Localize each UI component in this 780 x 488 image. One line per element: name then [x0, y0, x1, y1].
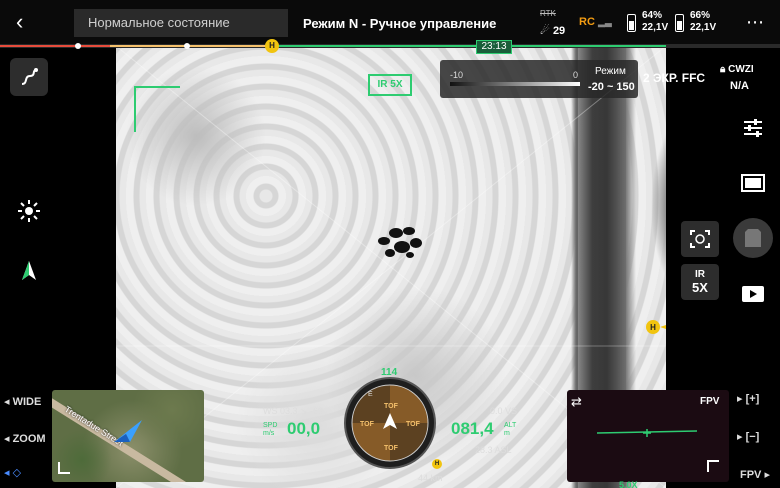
ir-zoom-value: 5X: [692, 280, 708, 295]
compass-tof-label: TOF: [406, 421, 420, 428]
signal-bars-icon: ▂▃: [597, 17, 612, 27]
fpv-switch-label[interactable]: FPV ▸: [740, 468, 770, 481]
status-indicator[interactable]: Нормальное состояние: [74, 9, 288, 37]
navigation-arrow-icon[interactable]: [10, 252, 48, 290]
compass-east: E: [368, 391, 373, 398]
wide-label-text: WIDE: [12, 396, 42, 408]
caret-left-icon: ◂: [4, 433, 13, 445]
settings-sliders-icon[interactable]: [740, 116, 766, 140]
speed-unit-top: SPD: [263, 422, 278, 429]
vertical-speed: 0.0 VS: [490, 406, 518, 416]
horizontal-speed: 00,0: [287, 419, 321, 438]
exposure-icon[interactable]: [10, 192, 48, 230]
satellite-count[interactable]: ☄ 29: [540, 24, 565, 37]
battery-2[interactable]: 66% 22,1V: [690, 10, 716, 34]
minimap[interactable]: Trentadue Street: [52, 390, 204, 482]
progress-dot: [184, 43, 190, 49]
ir-label: IR: [695, 269, 705, 280]
ir-zoom-badge: IR 5X: [368, 74, 412, 96]
altitude-unit-bottom: m: [504, 430, 510, 437]
altitude-asl: 28.3 ASL: [475, 445, 512, 455]
battery-1[interactable]: 64% 22,1V: [642, 10, 668, 34]
top-bar: ‹ Нормальное состояние Режим N - Ручное …: [0, 0, 780, 44]
zoom-out-button[interactable]: ▸ [−]: [737, 430, 759, 443]
flight-progress-bar: H: [0, 39, 780, 53]
compass: E TOF TOF TOF TOF: [344, 377, 436, 469]
svg-text:H: H: [650, 323, 656, 332]
compass-tof-label: TOF: [360, 421, 374, 428]
sd-card-icon: [745, 229, 761, 247]
cwzi-label: 🔒︎ CWZI: [720, 64, 754, 75]
display-info[interactable]: 2 ЭКР. FFC: [643, 71, 705, 85]
rtk-label: RTK: [540, 9, 556, 18]
zoom-in-button[interactable]: ▸ [+]: [737, 392, 759, 405]
zoom-label[interactable]: ◂ ZOOM: [4, 432, 46, 445]
back-icon[interactable]: ‹: [16, 11, 23, 33]
caret-right-icon: ▸: [764, 469, 770, 481]
compass-tof-label: TOF: [384, 403, 398, 410]
ir-zoom-button[interactable]: IR 5X: [681, 264, 719, 300]
display-mode-icon[interactable]: [740, 172, 766, 194]
wide-label[interactable]: ◂ WIDE: [4, 395, 41, 408]
thermal-max: 0: [573, 70, 579, 80]
home-distance: 44 km: [418, 473, 443, 483]
battery-icon: [627, 14, 636, 32]
thermal-range: -20 ~ 150: [588, 81, 635, 93]
altitude-unit: ALT m: [504, 422, 516, 438]
aircraft-position-icon: [114, 420, 142, 442]
map-expand-icon[interactable]: [58, 462, 70, 474]
progress-segment-green: [270, 45, 666, 47]
lock-icon: 🔒︎: [720, 64, 726, 75]
rc-signal[interactable]: RC ▂▃: [579, 16, 612, 28]
progress-dot: [75, 43, 81, 49]
thermal-min: -10: [450, 70, 464, 80]
shutter-button[interactable]: [733, 218, 773, 258]
thermal-gradient-bar: [450, 82, 580, 86]
more-menu-icon[interactable]: ⋯: [746, 12, 765, 33]
home-marker-small-icon: H: [432, 459, 442, 469]
home-point-icon: H: [645, 318, 667, 336]
route-icon[interactable]: [10, 58, 48, 96]
diamond-icon[interactable]: ◂ ◇: [4, 466, 21, 479]
altitude-unit-top: ALT: [504, 422, 517, 429]
flight-mode-title: Режим N - Ручное управление: [303, 16, 497, 31]
speed-unit-bottom: m/s: [263, 430, 275, 437]
flight-time: 23:13: [476, 40, 512, 54]
fpv-expand-icon[interactable]: [707, 460, 719, 472]
thermal-palette-panel[interactable]: -10 0 Режим -20 ~ 150: [440, 60, 638, 98]
caret-left-icon: ◂: [4, 396, 13, 408]
cwzi-value: N/A: [730, 80, 749, 92]
progress-segment-orange: [110, 45, 270, 47]
wind-speed: WS 03.3 ↘ -63: [263, 406, 324, 416]
fpv-switch-text: FPV: [740, 469, 762, 481]
progress-segment-red: [0, 45, 110, 47]
speed-unit: SPD m/s: [263, 422, 277, 438]
fpv-label: FPV: [700, 396, 720, 407]
compass-tof-label: TOF: [384, 445, 398, 452]
battery-2-percent: 66%: [690, 10, 711, 21]
home-marker: H: [265, 39, 279, 53]
battery-2-voltage: 22,1V: [690, 22, 717, 33]
altitude: 081,4: [451, 419, 494, 438]
satellite-count-value: 29: [552, 25, 566, 37]
thermal-mode-label: Режим: [595, 66, 626, 77]
focus-bracket-top-left: [134, 86, 180, 132]
swap-icon[interactable]: ⇄: [571, 394, 582, 410]
target-lock-icon: [690, 230, 710, 248]
rc-label: RC: [579, 16, 595, 28]
battery-1-percent: 64%: [642, 10, 663, 21]
target-lock-button[interactable]: [681, 221, 719, 257]
zoom-label-text: ZOOM: [12, 433, 46, 445]
battery-1-voltage: 22,1V: [642, 22, 669, 33]
cwzi-text: CWZI: [728, 64, 754, 75]
satellite-icon: ☄: [540, 25, 550, 37]
playback-icon[interactable]: [741, 285, 765, 303]
battery-icon: [675, 14, 684, 32]
fpv-zoom-hint: 5.0X: [619, 480, 638, 488]
target-blob: [378, 227, 422, 258]
fpv-horizon-line: [597, 429, 697, 437]
